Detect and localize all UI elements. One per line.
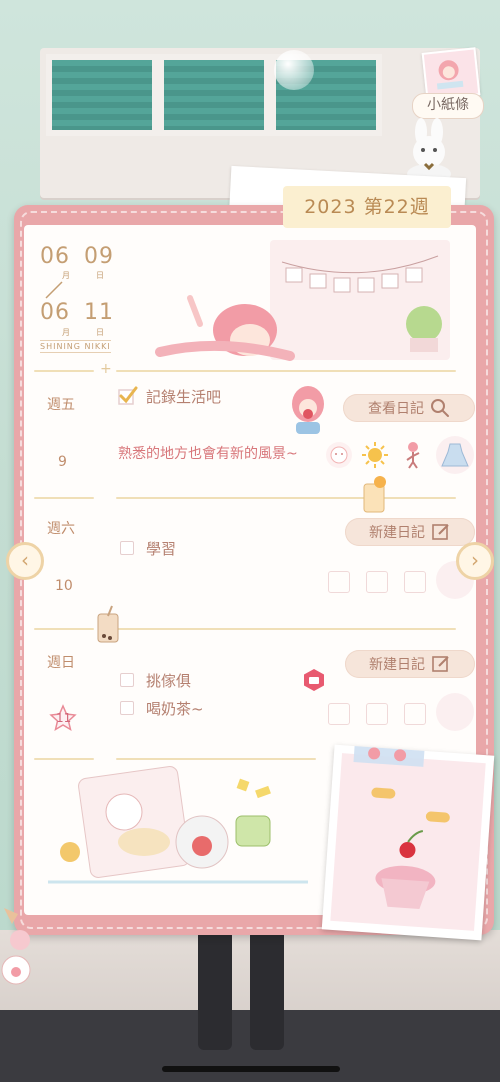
cupcake-photo-card bbox=[321, 740, 495, 941]
end-day-unit: 日 bbox=[96, 328, 104, 337]
hexagon-badge-icon[interactable] bbox=[302, 668, 326, 696]
date-range-slash bbox=[45, 281, 63, 299]
search-icon bbox=[431, 399, 449, 417]
daynum-sat: 10 bbox=[55, 578, 73, 594]
edit-icon bbox=[432, 656, 449, 672]
new-diary-label: 新建日記 bbox=[369, 525, 425, 541]
activity-slot[interactable] bbox=[404, 703, 426, 725]
character-leg-right bbox=[250, 930, 284, 1050]
checkbox-checked-icon[interactable] bbox=[118, 386, 138, 406]
plus-mark: + bbox=[100, 361, 112, 377]
task-label: 學習 bbox=[146, 540, 177, 558]
separator bbox=[34, 497, 94, 499]
start-day: 09 bbox=[84, 244, 114, 269]
prev-week-button[interactable]: ‹ bbox=[6, 542, 44, 580]
week-tab: 2023 第22週 bbox=[283, 186, 451, 228]
avatar-sticker bbox=[284, 384, 332, 436]
view-diary-button[interactable]: 查看日記 bbox=[343, 394, 475, 422]
separator bbox=[34, 758, 94, 760]
separator bbox=[116, 758, 316, 760]
task-checkbox[interactable] bbox=[120, 673, 134, 687]
task-checkbox[interactable] bbox=[120, 701, 134, 715]
activity-figure-icon bbox=[400, 440, 426, 474]
weather-slot[interactable] bbox=[366, 571, 388, 593]
separator bbox=[34, 628, 94, 630]
view-diary-label: 查看日記 bbox=[368, 401, 424, 417]
weekday-fri: 週五 bbox=[47, 397, 75, 413]
mood-slot[interactable] bbox=[328, 703, 350, 725]
task-checkbox[interactable] bbox=[120, 541, 134, 555]
end-month: 06 bbox=[40, 300, 70, 325]
girl-lying-illustration bbox=[150, 290, 300, 362]
weekday-sun: 週日 bbox=[47, 655, 75, 671]
start-month: 06 bbox=[40, 244, 70, 269]
edit-icon bbox=[432, 524, 449, 540]
sun-weather-icon bbox=[360, 440, 390, 474]
activity-slot[interactable] bbox=[404, 571, 426, 593]
bunny-plush-icon bbox=[395, 118, 463, 184]
charm-decoration bbox=[0, 900, 44, 990]
end-day: 11 bbox=[84, 300, 114, 325]
task-label: 挑傢俱 bbox=[146, 672, 192, 690]
new-diary-label: 新建日記 bbox=[369, 657, 425, 673]
note-label[interactable]: 小紙條 bbox=[412, 93, 484, 119]
dress-sticker-icon bbox=[436, 436, 474, 474]
separator bbox=[34, 370, 94, 372]
weekday-sat: 週六 bbox=[47, 521, 75, 537]
next-week-button[interactable]: › bbox=[456, 542, 494, 580]
task-label: 記錄生活吧 bbox=[146, 388, 222, 406]
separator bbox=[116, 628, 456, 630]
start-day-unit: 日 bbox=[96, 271, 104, 280]
separator bbox=[116, 370, 456, 372]
diary-entry-text: 熟悉的地方也會有新的風景~ bbox=[118, 446, 298, 462]
mood-face-icon bbox=[326, 442, 352, 468]
snacks-illustration bbox=[44, 762, 314, 892]
sticker-slot[interactable] bbox=[436, 693, 474, 731]
end-month-unit: 月 bbox=[62, 328, 70, 337]
weather-slot[interactable] bbox=[366, 703, 388, 725]
brand-label: SHINING NIKKI bbox=[40, 340, 111, 353]
bubble-decoration bbox=[274, 50, 314, 90]
bubble-tea-sticker bbox=[92, 604, 124, 650]
daynum-fri: 9 bbox=[58, 454, 67, 470]
new-diary-button[interactable]: 新建日記 bbox=[345, 650, 475, 678]
character-leg-left bbox=[198, 930, 232, 1050]
new-diary-button[interactable]: 新建日記 bbox=[345, 518, 475, 546]
juice-sticker bbox=[358, 474, 390, 518]
separator bbox=[116, 497, 456, 499]
home-indicator[interactable] bbox=[162, 1066, 340, 1072]
task-label: 喝奶茶~ bbox=[146, 700, 204, 718]
daynum-sun: 11 bbox=[56, 711, 72, 725]
mood-slot[interactable] bbox=[328, 571, 350, 593]
